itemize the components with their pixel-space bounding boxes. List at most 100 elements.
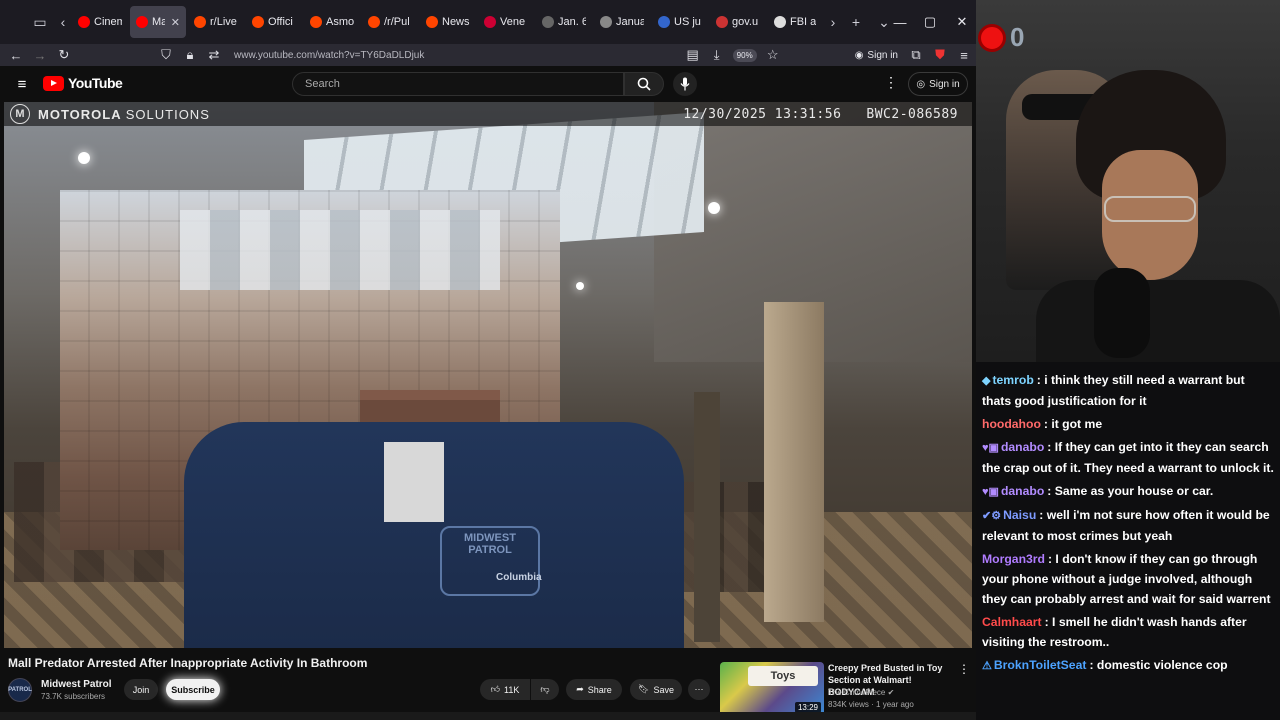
chat-message: ♥▣ danabo: Same as your house or car. <box>982 481 1274 502</box>
chat-username[interactable]: danabo <box>1001 440 1044 454</box>
ceiling-light <box>708 202 720 214</box>
chat-username[interactable]: danabo <box>1001 484 1044 498</box>
voice-search-button[interactable] <box>673 72 697 96</box>
browser-tab[interactable]: Offici <box>246 6 302 38</box>
tab-favicon-icon <box>368 16 380 28</box>
browser-tab[interactable]: /r/Pul <box>362 6 418 38</box>
search-input[interactable]: Search <box>292 72 624 96</box>
download-icon[interactable]: ⤓ <box>705 44 729 66</box>
tab-favicon-icon <box>600 16 612 28</box>
browser-tab[interactable]: gov.u <box>710 6 766 38</box>
tab-favicon-icon <box>716 16 728 28</box>
chat-text: : it got me <box>1043 417 1103 431</box>
channel-subscriber-count: 73.7K subscribers <box>41 692 106 701</box>
browser-tab[interactable]: Asmo <box>304 6 360 38</box>
search-button[interactable] <box>624 72 664 96</box>
streamer-glasses <box>1104 196 1196 222</box>
nav-bar: ← → ↻ ⛉ 🔒︎ ⇄ www.youtube.com/watch?v=TY6… <box>0 44 976 66</box>
tab-favicon-icon <box>194 16 206 28</box>
chat-username[interactable]: temrob <box>992 373 1033 387</box>
motorola-branding: M MOTOROLA SOLUTIONS <box>10 104 210 124</box>
tab-label: Vene <box>500 16 526 28</box>
bodycam-overlay-bar: M MOTOROLA SOLUTIONS 12/30/2025 13:31:56… <box>4 102 972 126</box>
browser-tab[interactable]: Jan. 6 <box>536 6 592 38</box>
browser-tab[interactable]: Janua <box>594 6 650 38</box>
tab-scroll-left-icon[interactable]: ‹ <box>54 8 72 36</box>
youtube-logo[interactable]: YouTube <box>43 75 123 91</box>
join-button[interactable]: Join <box>124 679 158 700</box>
streamer-webcam: 0 <box>976 0 1280 362</box>
url-bar[interactable]: www.youtube.com/watch?v=TY6DaDLDjuk <box>234 50 681 61</box>
shield-icon[interactable]: ⛉ <box>154 44 178 66</box>
tab-list: Cinem Ma ✕ r/Live Offici Asmo/r/Pul News Vene Ja… <box>72 6 824 38</box>
reload-icon[interactable]: ↻ <box>52 44 76 66</box>
hamburger-menu-icon[interactable]: ≡ <box>12 74 32 94</box>
back-icon[interactable]: ← <box>4 44 28 66</box>
chat-username[interactable]: Morgan3rd <box>982 552 1045 566</box>
youtube-header: ≡ YouTube Search ⋮ ◎ Sign in <box>0 66 976 102</box>
channel-name[interactable]: Midwest Patrol <box>41 679 112 690</box>
share-button[interactable]: ➦ Share <box>566 679 622 700</box>
new-tab-icon[interactable]: + <box>842 8 870 36</box>
recommended-more-icon[interactable]: ⋮ <box>958 662 970 676</box>
browser-tab[interactable]: Vene <box>478 6 534 38</box>
chat-badge-icon: ♥▣ <box>982 442 999 454</box>
video-player[interactable]: MIDWEST PATROL Columbia M MOTOROLA SOLUT… <box>4 102 972 648</box>
bodycam-metadata: 12/30/2025 13:31:56 BWC2-086589 <box>683 107 958 122</box>
progress-track[interactable] <box>0 712 976 720</box>
chat-username[interactable]: hoodahoo <box>982 417 1041 431</box>
bodycam-device-id: BWC2-086589 <box>866 106 958 122</box>
chat-username[interactable]: BroknToiletSeat <box>994 658 1087 672</box>
like-button[interactable]: 👍︎ 11K <box>480 679 530 700</box>
firefox-account-button[interactable]: ◉ Sign in <box>855 50 898 61</box>
tab-overview-icon[interactable]: ▭ <box>26 8 54 36</box>
chat-username[interactable]: Calmhaart <box>982 615 1042 629</box>
browser-tab[interactable]: News <box>420 6 476 38</box>
account-icon: ◉ <box>854 49 864 61</box>
more-actions-button[interactable]: ⋯ <box>688 679 710 700</box>
permissions-icon[interactable]: ⇄ <box>202 44 226 66</box>
motorola-wordmark-bold: MOTOROLA <box>38 106 122 122</box>
tab-favicon-icon <box>774 16 786 28</box>
thumbs-down-icon: 👎︎ <box>540 684 550 694</box>
maximize-icon[interactable]: ▢ <box>914 0 946 44</box>
subscribe-button[interactable]: Subscribe <box>166 679 220 700</box>
dislike-button[interactable]: 👎︎ <box>531 679 559 700</box>
chat-username[interactable]: Naisu <box>1003 508 1036 522</box>
motorola-wordmark-thin: SOLUTIONS <box>125 106 210 122</box>
browser-tab[interactable]: r/Live <box>188 6 244 38</box>
browser-tab[interactable]: Ma ✕ <box>130 6 186 38</box>
ublock-icon[interactable]: ⛊ <box>928 44 952 66</box>
youtube-signin-button[interactable]: ◎ Sign in <box>908 72 968 96</box>
close-window-icon[interactable]: ✕ <box>946 0 976 44</box>
firefox-signin-label: Sign in <box>867 49 898 61</box>
recommended-thumbnail[interactable]: Toys 13:29 <box>720 662 824 716</box>
tab-bar: ▭ ‹ Cinem Ma ✕ r/Live Offici Asmo/r/Pul News Ve… <box>0 0 976 44</box>
recommended-thumbnail-text: Toys <box>770 670 796 682</box>
ceiling-light <box>78 152 90 164</box>
tab-close-icon[interactable]: ✕ <box>171 16 180 29</box>
bookmark-star-icon[interactable]: ☆ <box>761 44 785 66</box>
channel-avatar[interactable]: PATROL <box>8 678 32 702</box>
save-label: Save <box>653 684 674 695</box>
app-menu-icon[interactable]: ≡ <box>952 44 976 66</box>
forward-icon[interactable]: → <box>28 44 52 66</box>
extensions-icon[interactable]: ⧉ <box>904 44 928 66</box>
chat-message: Calmhaart: I smell he didn't wash hands … <box>982 612 1274 652</box>
tab-label: Cinem <box>94 16 122 28</box>
reader-view-icon[interactable]: ▤ <box>681 44 705 66</box>
overlay-ring-icon <box>978 23 1006 52</box>
minimize-icon[interactable]: — <box>884 0 916 44</box>
zoom-level[interactable]: 90% <box>732 48 757 62</box>
subscribe-label: Subscribe <box>171 684 215 695</box>
tab-scroll-right-icon[interactable]: › <box>824 8 842 36</box>
recommended-thumbnail-sign: Toys <box>748 666 818 686</box>
recommended-channel[interactable]: The CrimePiece ✔ <box>828 688 894 697</box>
settings-kebab-icon[interactable]: ⋮ <box>884 74 898 91</box>
chat-badge-icon: ⚠ <box>982 660 992 672</box>
browser-tab[interactable]: Cinem <box>72 6 128 38</box>
save-button[interactable]: 🔖︎ Save <box>630 679 682 700</box>
chat-text: : domestic violence cop <box>1089 658 1228 672</box>
browser-tab[interactable]: FBI a <box>768 6 824 38</box>
browser-tab[interactable]: US ju <box>652 6 708 38</box>
